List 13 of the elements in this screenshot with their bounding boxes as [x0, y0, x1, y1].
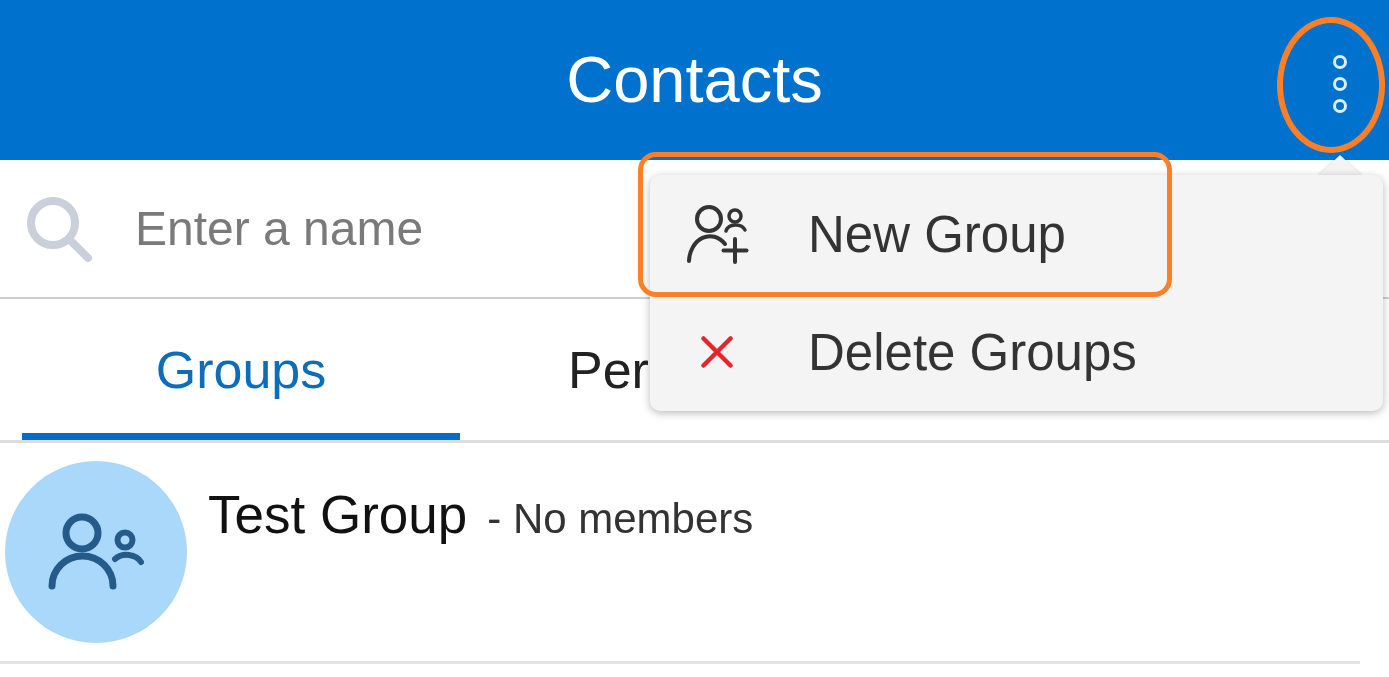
more-icon — [1332, 55, 1348, 113]
cross-icon — [701, 336, 733, 368]
group-avatar-icon — [5, 461, 187, 643]
menu-item[interactable]: Delete Groups — [650, 293, 1383, 411]
add-group-icon — [685, 204, 749, 264]
screen-title: Contacts — [566, 42, 823, 118]
group-detail: - No members — [487, 495, 754, 543]
search-field[interactable]: Enter a name — [135, 193, 605, 264]
group-name: Test Group — [208, 484, 468, 546]
tab[interactable]: Groups — [22, 299, 460, 440]
search-icon — [25, 194, 93, 263]
menu-item[interactable]: New Group — [650, 175, 1383, 293]
tab[interactable]: Per — [568, 299, 649, 440]
